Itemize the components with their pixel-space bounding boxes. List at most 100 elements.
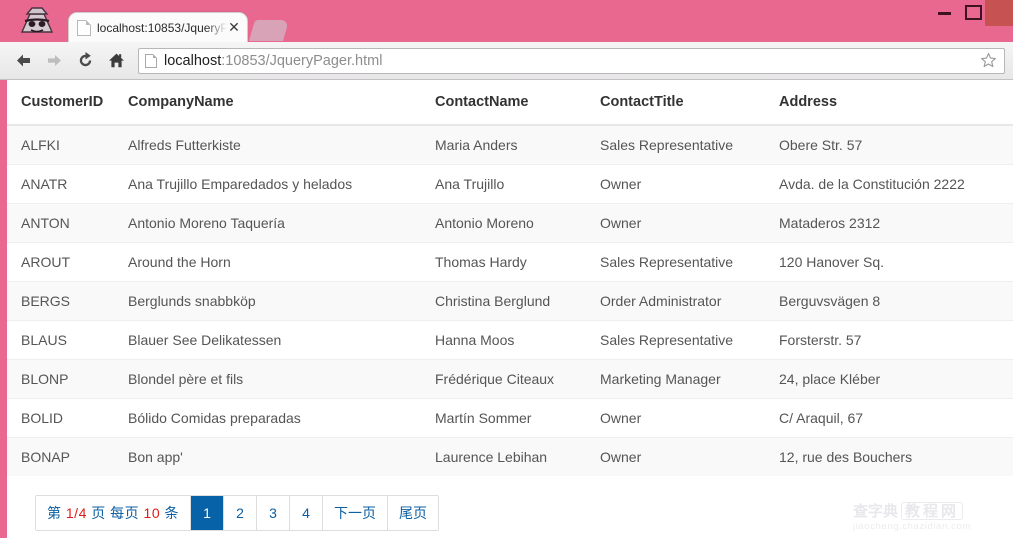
cell-address: Obere Str. 57 (779, 125, 1013, 165)
cell-companyname: Blondel père et fils (128, 360, 435, 399)
pagination-page-3[interactable]: 3 (257, 496, 290, 530)
watermark-url: jiaocheng.chazidian.com (853, 521, 971, 532)
url-path: :10853/JqueryPager.html (221, 53, 382, 69)
cell-address: 24, place Kléber (779, 360, 1013, 399)
cell-contactname: Christina Berglund (435, 282, 600, 321)
url-host: localhost (164, 53, 221, 69)
pagination: 第 1/4 页 每页 10 条 1 2 3 4 下一页 尾页 (35, 495, 439, 531)
pagination-page-size: 10 (144, 505, 161, 521)
browser-window: localhost:10853/JqueryPag ✕ (0, 0, 1013, 538)
cell-customerid: ANTON (7, 204, 128, 243)
pagination-next-button[interactable]: 下一页 (323, 496, 388, 530)
cell-contactname: Thomas Hardy (435, 243, 600, 282)
browser-toolbar: localhost:10853/JqueryPager.html (0, 42, 1013, 80)
pagination-current-of-total: 1/4 (66, 505, 87, 521)
column-header-contacttitle: ContactTitle (600, 80, 779, 125)
page-info-icon (145, 54, 157, 68)
browser-logo-icon (14, 6, 60, 40)
table-row: ANTON Antonio Moreno Taquería Antonio Mo… (7, 204, 1013, 243)
table-body: ALFKI Alfreds Futterkiste Maria Anders S… (7, 125, 1013, 476)
maximize-icon[interactable] (958, 0, 985, 22)
tab-title: localhost:10853/JqueryPag (97, 21, 227, 35)
new-tab-button[interactable] (249, 20, 289, 41)
watermark-section-name: 教程网 (901, 502, 963, 520)
table-row: ALFKI Alfreds Futterkiste Maria Anders S… (7, 125, 1013, 165)
pagination-info-suffix: 条 (165, 503, 180, 523)
table-row: BOLID Bólido Comidas preparadas Martín S… (7, 399, 1013, 438)
cell-companyname: Berglunds snabbköp (128, 282, 435, 321)
table-head: CustomerID CompanyName ContactName Conta… (7, 80, 1013, 125)
cell-companyname: Blauer See Delikatessen (128, 321, 435, 360)
cell-customerid: AROUT (7, 243, 128, 282)
cell-customerid: BERGS (7, 282, 128, 321)
cell-contactname: Frédérique Citeaux (435, 360, 600, 399)
cell-contacttitle: Owner (600, 165, 779, 204)
cell-companyname: Bólido Comidas preparadas (128, 399, 435, 438)
cell-customerid: BOLID (7, 399, 128, 438)
pagination-info-middle: 页 每页 (91, 503, 139, 523)
cell-customerid: ANATR (7, 165, 128, 204)
reload-icon[interactable] (70, 42, 101, 80)
cell-customerid: BLONP (7, 360, 128, 399)
column-header-customerid: CustomerID (7, 80, 128, 125)
cell-contactname: Ana Trujillo (435, 165, 600, 204)
table-row: BLAUS Blauer See Delikatessen Hanna Moos… (7, 321, 1013, 360)
cell-customerid: BONAP (7, 438, 128, 477)
watermark-line-1: 查字典 教程网 (853, 502, 963, 520)
address-bar[interactable]: localhost:10853/JqueryPager.html (138, 48, 1005, 74)
cell-contacttitle: Owner (600, 204, 779, 243)
column-header-address: Address (779, 80, 1013, 125)
close-icon[interactable] (985, 0, 1013, 26)
table-row: BLONP Blondel père et fils Frédérique Ci… (7, 360, 1013, 399)
window-controls (931, 0, 1013, 26)
star-icon[interactable] (976, 49, 1000, 73)
cell-contacttitle: Order Administrator (600, 282, 779, 321)
pagination-info-prefix: 第 (47, 503, 62, 523)
table-row: BONAP Bon app' Laurence Lebihan Owner 12… (7, 438, 1013, 477)
cell-contactname: Maria Anders (435, 125, 600, 165)
page-viewport: CustomerID CompanyName ContactName Conta… (7, 80, 1013, 538)
pagination-page-4[interactable]: 4 (290, 496, 323, 530)
cell-contactname: Martín Sommer (435, 399, 600, 438)
tab-close-icon[interactable]: ✕ (227, 21, 241, 35)
pagination-last-button[interactable]: 尾页 (388, 496, 438, 530)
tab-strip: localhost:10853/JqueryPag ✕ (0, 0, 1013, 42)
pagination-info: 第 1/4 页 每页 10 条 (36, 496, 191, 530)
back-arrow-icon[interactable] (8, 42, 39, 80)
forward-arrow-icon (39, 42, 70, 80)
cell-address: Forsterstr. 57 (779, 321, 1013, 360)
pagination-page-1[interactable]: 1 (191, 496, 224, 530)
cell-customerid: BLAUS (7, 321, 128, 360)
browser-tab[interactable]: localhost:10853/JqueryPag ✕ (68, 12, 248, 42)
home-icon[interactable] (101, 42, 132, 80)
table-row: ANATR Ana Trujillo Emparedados y helados… (7, 165, 1013, 204)
cell-companyname: Alfreds Futterkiste (128, 125, 435, 165)
cell-contacttitle: Sales Representative (600, 125, 779, 165)
table-row: BERGS Berglunds snabbköp Christina Bergl… (7, 282, 1013, 321)
watermark: 查字典 教程网 jiaocheng.chazidian.com (853, 500, 1003, 534)
column-header-contactname: ContactName (435, 80, 600, 125)
table-row: AROUT Around the Horn Thomas Hardy Sales… (7, 243, 1013, 282)
cell-contacttitle: Sales Representative (600, 243, 779, 282)
cell-customerid: ALFKI (7, 125, 128, 165)
cell-contactname: Hanna Moos (435, 321, 600, 360)
cell-contacttitle: Marketing Manager (600, 360, 779, 399)
cell-address: Berguvsvägen 8 (779, 282, 1013, 321)
cell-companyname: Ana Trujillo Emparedados y helados (128, 165, 435, 204)
watermark-site-name: 查字典 (853, 503, 898, 519)
cell-address: 120 Hanover Sq. (779, 243, 1013, 282)
column-header-companyname: CompanyName (128, 80, 435, 125)
address-bar-url: localhost:10853/JqueryPager.html (164, 53, 976, 69)
cell-contactname: Laurence Lebihan (435, 438, 600, 477)
cell-contacttitle: Owner (600, 399, 779, 438)
minimize-icon[interactable] (931, 0, 958, 22)
cell-companyname: Antonio Moreno Taquería (128, 204, 435, 243)
cell-companyname: Around the Horn (128, 243, 435, 282)
cell-address: C/ Araquil, 67 (779, 399, 1013, 438)
tab-favicon-icon (77, 20, 91, 36)
cell-contacttitle: Owner (600, 438, 779, 477)
cell-address: Avda. de la Constitución 2222 (779, 165, 1013, 204)
cell-contacttitle: Sales Representative (600, 321, 779, 360)
table-header-row: CustomerID CompanyName ContactName Conta… (7, 80, 1013, 125)
pagination-page-2[interactable]: 2 (224, 496, 257, 530)
